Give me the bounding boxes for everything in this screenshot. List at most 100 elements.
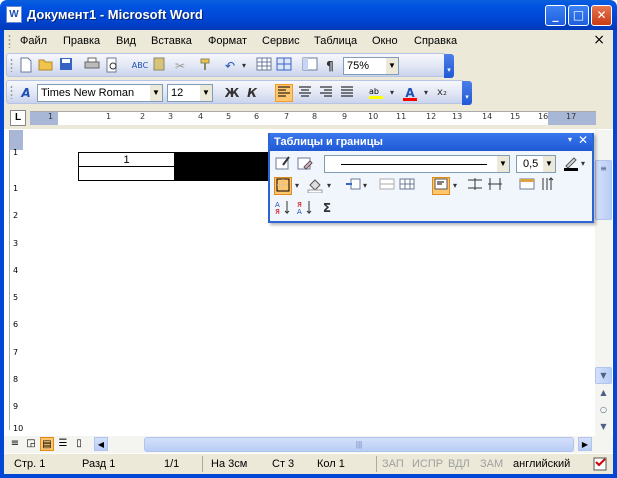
align-top-left-icon[interactable] [432, 177, 450, 195]
toolbar-grip[interactable] [10, 85, 13, 99]
palette-options-icon[interactable]: ▾ [568, 135, 572, 144]
scroll-down-icon[interactable]: ▼ [595, 367, 612, 384]
status-record[interactable]: ЗАП [382, 458, 404, 470]
scroll-thumb[interactable]: ≡ [595, 160, 612, 220]
font-combo[interactable]: Times New Roman ▼ [37, 84, 163, 102]
autosum-icon[interactable]: Σ [318, 199, 336, 217]
status-column[interactable]: Кол 1 [317, 458, 345, 470]
chevron-down-icon[interactable]: ▼ [150, 85, 162, 101]
vertical-ruler[interactable]: 1 1 2 3 4 5 6 7 8 9 10 [9, 130, 23, 433]
vertical-scrollbar[interactable]: ≡ ▼ ▲ ○ ▼ [595, 130, 612, 436]
print-preview-icon[interactable] [103, 57, 121, 75]
outline-view-icon[interactable]: ☰ [56, 437, 70, 451]
menu-window[interactable]: Окно [372, 35, 398, 47]
horizontal-scroll-thumb[interactable]: ||| [144, 437, 574, 452]
insert-table-icon[interactable] [255, 57, 273, 75]
status-at[interactable]: На 3см [211, 458, 247, 470]
eraser-icon[interactable] [296, 155, 314, 173]
format-painter-icon[interactable] [197, 57, 215, 75]
palette-title-bar[interactable]: Таблицы и границы ▾ ✕ [270, 133, 592, 151]
bold-button[interactable]: Ж [223, 84, 241, 102]
line-weight-combo[interactable]: 0,5 ▼ [516, 155, 556, 173]
menu-tools[interactable]: Сервис [262, 35, 300, 47]
cut-icon[interactable]: ✂ [171, 57, 189, 75]
open-icon[interactable] [37, 57, 55, 75]
menu-insert[interactable]: Вставка [151, 35, 192, 47]
sort-descending-icon[interactable]: ЯA [296, 199, 314, 217]
zoom-combo[interactable]: 75% ▼ [343, 57, 399, 75]
menu-help[interactable]: Справка [414, 35, 457, 47]
line-style-combo[interactable]: ▼ [324, 155, 510, 173]
chevron-down-icon[interactable]: ▾ [383, 84, 401, 102]
table-cell[interactable] [78, 166, 175, 181]
status-line[interactable]: Ст 3 [272, 458, 294, 470]
toolbar-grip[interactable] [10, 58, 13, 72]
outside-border-icon[interactable] [274, 177, 292, 195]
new-icon[interactable] [17, 57, 35, 75]
chevron-down-icon[interactable]: ▼ [497, 156, 509, 172]
menu-table[interactable]: Таблица [314, 35, 357, 47]
chevron-down-icon[interactable]: ▾ [360, 177, 370, 195]
reading-view-icon[interactable]: ▯ [72, 437, 86, 451]
scroll-right-icon[interactable]: ▶ [578, 437, 592, 451]
status-track-changes[interactable]: ИСПР [412, 458, 443, 470]
previous-page-icon[interactable]: ▲ [595, 385, 612, 402]
distribute-columns-icon[interactable] [486, 177, 504, 195]
table-autoformat-icon[interactable] [518, 177, 536, 195]
status-page[interactable]: Стр. 1 [14, 458, 45, 470]
research-icon[interactable] [151, 57, 169, 75]
show-formatting-icon[interactable]: ¶ [321, 57, 339, 75]
horizontal-scrollbar[interactable]: ≡ ◲ ▤ ☰ ▯ ◀ ||| ▶ [4, 436, 613, 453]
status-page-of[interactable]: 1/1 [164, 458, 179, 470]
word-app-icon[interactable]: W [6, 6, 22, 23]
toolbar-options-icon[interactable]: ▾ [444, 54, 454, 78]
palette-close-icon[interactable]: ✕ [578, 133, 588, 147]
draw-table-icon[interactable] [274, 155, 292, 173]
status-language[interactable]: английский [513, 458, 570, 470]
table-cell[interactable]: 1 [78, 152, 175, 167]
print-icon[interactable] [83, 57, 101, 75]
styles-icon[interactable]: A [17, 84, 35, 102]
web-view-icon[interactable]: ◲ [24, 437, 38, 451]
align-right-icon[interactable] [317, 84, 335, 102]
select-browse-object-icon[interactable]: ○ [595, 402, 612, 419]
menu-edit[interactable]: Правка [63, 35, 100, 47]
minimize-button[interactable]: _ [545, 5, 566, 26]
sort-ascending-icon[interactable]: AЯ [274, 199, 292, 217]
font-size-combo[interactable]: 12 ▼ [167, 84, 213, 102]
chevron-down-icon[interactable]: ▾ [292, 177, 302, 195]
normal-view-icon[interactable]: ≡ [8, 437, 22, 451]
document-map-icon[interactable] [301, 57, 319, 75]
undo-dropdown-icon[interactable]: ▾ [235, 57, 253, 75]
toolbar-options-icon[interactable]: ▾ [462, 81, 472, 105]
chevron-down-icon[interactable]: ▼ [386, 58, 398, 74]
save-icon[interactable] [57, 57, 75, 75]
merge-cells-icon[interactable] [378, 177, 396, 195]
close-document-icon[interactable]: × [593, 32, 605, 48]
menu-grip[interactable] [8, 34, 11, 48]
status-section[interactable]: Разд 1 [82, 458, 115, 470]
print-layout-icon[interactable]: ▤ [40, 437, 54, 451]
align-center-icon[interactable] [296, 84, 314, 102]
align-left-icon[interactable] [275, 84, 293, 102]
next-page-icon[interactable]: ▼ [595, 419, 612, 436]
tab-selector[interactable]: L [10, 110, 26, 126]
status-extend[interactable]: ВДЛ [448, 458, 470, 470]
justify-icon[interactable] [338, 84, 356, 102]
close-button[interactable]: ✕ [591, 5, 612, 26]
status-overtype[interactable]: ЗАМ [480, 458, 503, 470]
chevron-down-icon[interactable]: ▼ [200, 85, 212, 101]
distribute-rows-icon[interactable] [466, 177, 484, 195]
italic-button[interactable]: К [243, 84, 261, 102]
text-direction-icon[interactable] [538, 177, 556, 195]
tables-borders-icon[interactable] [275, 57, 293, 75]
split-cells-icon[interactable] [398, 177, 416, 195]
menu-view[interactable]: Вид [116, 35, 136, 47]
scroll-left-icon[interactable]: ◀ [94, 437, 108, 451]
chevron-down-icon[interactable]: ▾ [324, 177, 334, 195]
maximize-button[interactable]: □ [568, 5, 589, 26]
shading-color-icon[interactable] [306, 177, 324, 195]
menu-format[interactable]: Формат [208, 35, 247, 47]
spelling-icon[interactable]: ABC [131, 57, 149, 75]
chevron-down-icon[interactable]: ▾ [578, 155, 588, 173]
